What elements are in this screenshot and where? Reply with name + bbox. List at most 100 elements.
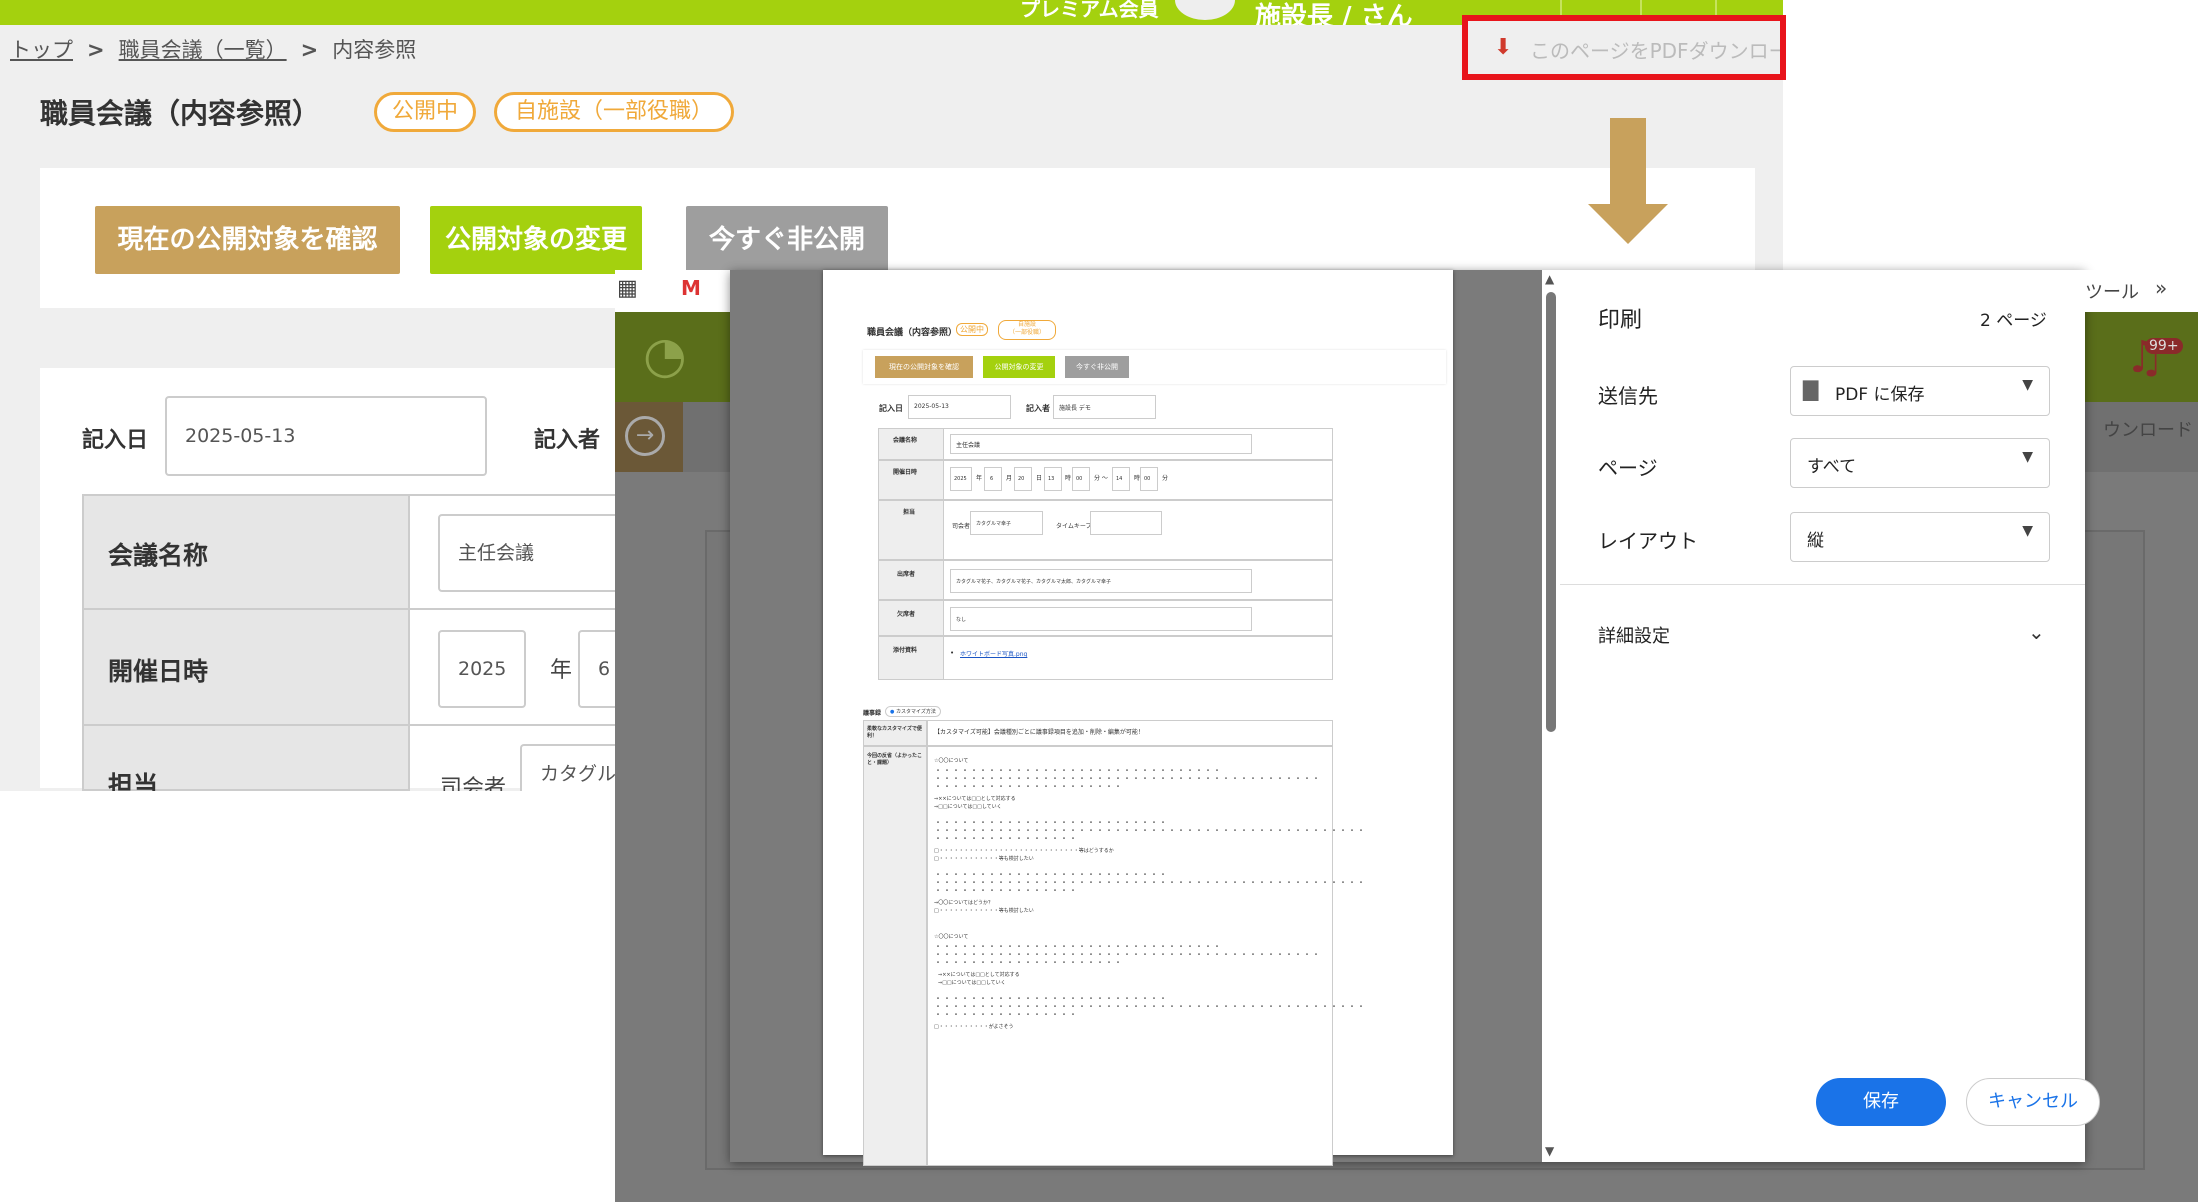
pages-select[interactable]: すべて ▼ xyxy=(1790,438,2050,488)
page-title: 職員会議（内容参照） xyxy=(40,97,321,130)
pages-label: ページ xyxy=(1598,456,1658,480)
breadcrumb-top-link[interactable]: トップ xyxy=(10,38,73,62)
preview-absent-label: 欠席者 xyxy=(897,611,916,618)
preview-flex-value: 【カスタマイズ可能】会議種別ごとに議事録項目を追加・削除・編集が可能！ xyxy=(934,729,1144,736)
notification-count: 99+ xyxy=(2145,338,2183,354)
preview-datetime-cell: 2025 年 6 月 20 日 13 時 00 分 〜 14 時 00 分 xyxy=(943,460,1333,500)
preview-month-unit: 月 xyxy=(1006,475,1013,482)
preview-attach-label-cell: 添付資料 xyxy=(878,636,944,680)
preview-dots: ・・・・・・・・・・・・・・・・ xyxy=(934,1010,1078,1019)
datetime-label: 開催日時 xyxy=(108,657,209,686)
preview-year: 2025 xyxy=(954,476,967,482)
preview-meeting-name-value: 主任会議 xyxy=(956,442,981,449)
preview-chair-field: カタグルマ幸子 xyxy=(970,511,1043,535)
layout-select[interactable]: 縦 ▼ xyxy=(1790,512,2050,562)
save-button[interactable]: 保存 xyxy=(1816,1078,1946,1126)
cancel-button[interactable]: キャンセル xyxy=(1966,1078,2100,1126)
breadcrumb: トップ > 職員会議（一覧） > 内容参照 xyxy=(10,34,416,64)
status-badge: 公開中 xyxy=(374,92,476,132)
avatar[interactable] xyxy=(1175,0,1235,20)
entry-date-input[interactable]: 2025-05-13 xyxy=(165,396,487,476)
preview-min2: 00 xyxy=(1144,476,1151,482)
preview-entry-person-field: 施設長 デモ xyxy=(1053,395,1156,419)
preview-day-field: 20 xyxy=(1014,467,1032,491)
annotation-arrow xyxy=(1610,118,1646,204)
preview-line: ⇒××については□□として対応する xyxy=(938,972,1020,978)
scope-badge: 自施設（一部役職） xyxy=(494,92,734,132)
preview-scope-badge: 自施設 （一部役職） xyxy=(998,320,1056,340)
preview-entry-person-label: 記入者 xyxy=(1026,404,1050,413)
preview-scope-badge-line1: 自施設 xyxy=(1017,321,1036,328)
preview-hour1-unit: 時 xyxy=(1065,475,1072,482)
gmail-icon[interactable]: M xyxy=(681,276,701,300)
preview-charge-cell: 司会者 カタグルマ幸子 タイムキープ xyxy=(943,500,1333,560)
chevron-down-icon[interactable]: ⌄ xyxy=(2028,620,2045,644)
unpublish-now-button[interactable]: 今すぐ非公開 xyxy=(686,206,888,274)
pdf-download-highlight[interactable]: ⬇ このページをPDFダウンロード xyxy=(1462,15,1786,80)
preview-attendees-field: カタグルマ花子、カタグルマ花子、カタグルマ太郎、カタグルマ幸子 xyxy=(950,569,1252,593)
page-count: 2 ページ xyxy=(1980,311,2047,331)
preview-customize-text: カスタマイズ方法 xyxy=(895,709,936,715)
preview-minute2-unit: 分 xyxy=(1162,475,1169,482)
preview-attendees-value: カタグルマ花子、カタグルマ花子、カタグルマ太郎、カタグルマ幸子 xyxy=(956,579,1112,585)
preview-charge-label-cell: 担当 xyxy=(878,500,944,560)
print-dialog: 職員会議（内容参照） 公開中 自施設 （一部役職） 現在の公開対象を確認 公開対象… xyxy=(730,270,2100,1166)
year-unit: 年 xyxy=(550,658,573,683)
preview-min1: 00 xyxy=(1076,476,1083,482)
preview-attendees-label: 出席者 xyxy=(897,571,916,578)
year-input[interactable]: 2025 xyxy=(438,630,526,708)
print-dialog-title: 印刷 xyxy=(1598,308,1643,333)
caret-down-icon: ▼ xyxy=(2022,523,2033,539)
bookmarks-more-visible[interactable]: » xyxy=(2155,276,2167,300)
breadcrumb-separator: > xyxy=(87,38,105,62)
confirm-publish-target-button[interactable]: 現在の公開対象を確認 xyxy=(95,206,400,274)
scrollbar-thumb[interactable] xyxy=(1546,292,1556,732)
preview-day: 20 xyxy=(1018,476,1025,482)
bookmark-tools-visible[interactable]: ツール xyxy=(2085,278,2139,304)
preview-attendees-label-cell: 出席者 xyxy=(878,560,944,600)
preview-line: ⇒□□については□□していく xyxy=(934,804,1002,810)
preview-minute2-field: 00 xyxy=(1140,467,1158,491)
preview-charge-label: 担当 xyxy=(903,509,916,516)
preview-minutes-label: 議事録 xyxy=(863,710,882,717)
preview-today-cell: ☆〇〇について ・・・・・・・・・・・・・・・・・・・・・・・・・・・・・・・・… xyxy=(927,746,1365,1166)
preview-absent-field: なし xyxy=(950,607,1252,631)
apps-grid-icon[interactable]: ▦ xyxy=(617,276,638,301)
preview-line: ☆〇〇について xyxy=(934,934,969,940)
destination-select[interactable]: ▇ PDF に保存 ▼ xyxy=(1790,366,2050,416)
scroll-up-icon[interactable]: ▲ xyxy=(1545,272,1554,286)
caret-down-icon: ▼ xyxy=(2022,449,2033,465)
preview-scope-badge-line2: （一部役職） xyxy=(1008,329,1045,336)
more-settings-toggle[interactable]: 詳細設定 xyxy=(1598,622,1670,648)
annotation-arrow-head xyxy=(1588,204,1668,244)
preview-month: 6 xyxy=(990,476,994,482)
divider xyxy=(1560,584,2085,585)
preview-customize-link: ● カスタマイズ方法 xyxy=(885,706,941,717)
preview-attach-cell: • ホワイトボード写真.png xyxy=(943,636,1333,680)
meeting-name-input[interactable]: 主任会議 xyxy=(438,514,638,592)
scroll-down-icon[interactable]: ▼ xyxy=(1545,1144,1554,1158)
preview-datetime-label-cell: 開催日時 xyxy=(878,460,944,500)
preview-meeting-name-label: 会議名称 xyxy=(893,437,918,444)
preview-line: ⇒〇〇についてはどうか？ xyxy=(934,900,993,906)
preview-absent-cell: なし xyxy=(943,600,1333,636)
preview-chair-value: カタグルマ幸子 xyxy=(976,521,1012,527)
preview-absent-value: なし xyxy=(956,617,967,623)
change-publish-target-button[interactable]: 公開対象の変更 xyxy=(430,206,642,274)
site-logo-icon: ◔ xyxy=(643,326,687,384)
preview-line: ⇒××については□□として対応する xyxy=(934,796,1016,802)
bg-side-toggle: → xyxy=(615,402,683,472)
preview-title: 職員会議（内容参照） xyxy=(867,328,958,338)
pdf-download-link[interactable]: このページをPDFダウンロード xyxy=(1530,35,1780,64)
preview-attach-label: 添付資料 xyxy=(893,647,918,654)
preview-dots: ・・・・・・・・・・・・・・・・・・・・・ xyxy=(934,782,1123,791)
preview-unpublish-button: 今すぐ非公開 xyxy=(1065,356,1129,378)
preview-line: □・・・・・・・・・・・・・・・・・・・・・・・・・・・・等はどうするか xyxy=(934,848,1114,854)
preview-month-field: 6 xyxy=(984,467,1002,491)
preview-timekeeper-label: タイムキープ xyxy=(1056,523,1092,530)
arrow-right-icon: → xyxy=(625,416,665,456)
print-preview-page: 職員会議（内容参照） 公開中 自施設 （一部役職） 現在の公開対象を確認 公開対象… xyxy=(823,270,1453,1166)
destination-value: PDF に保存 xyxy=(1835,385,1925,405)
breadcrumb-list-link[interactable]: 職員会議（一覧） xyxy=(119,38,287,62)
preview-status-badge: 公開中 xyxy=(956,323,988,336)
